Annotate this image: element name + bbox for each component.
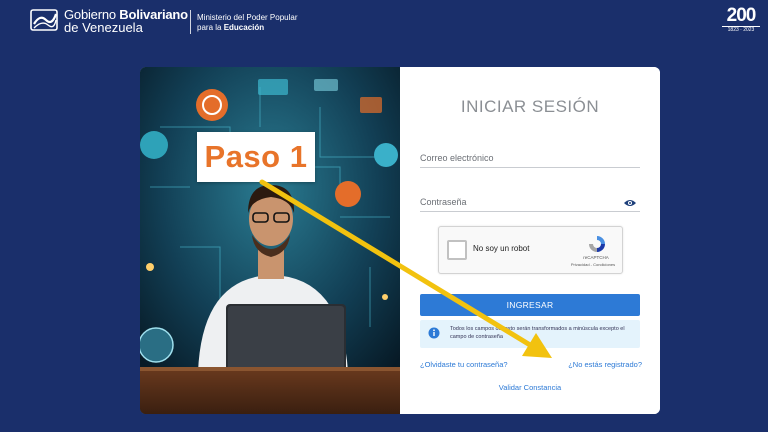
recaptcha-checkbox[interactable]	[447, 240, 467, 260]
eye-icon[interactable]	[624, 199, 636, 207]
anniversary-number: 200	[726, 5, 757, 26]
login-card: INICIAR SESIÓN Correo electrónico Contra…	[140, 67, 660, 414]
notice-text: Todos los campos de texto serán transfor…	[450, 326, 625, 340]
info-icon	[428, 327, 440, 339]
anniversary-logo: 200 1823 · 2023	[718, 6, 764, 36]
validate-certificate-link[interactable]: Validar Constancia	[400, 383, 660, 392]
email-field[interactable]: Correo electrónico	[420, 145, 640, 168]
password-field[interactable]: Contraseña	[420, 189, 640, 212]
recaptcha-label: No soy un robot	[473, 244, 530, 253]
anniversary-years: 1823 · 2023	[722, 26, 760, 34]
ingresar-button[interactable]: INGRESAR	[420, 294, 640, 316]
hero-image	[140, 67, 400, 414]
header-divider	[190, 10, 191, 34]
top-header: Gobierno Bolivariano de Venezuela Minist…	[0, 0, 768, 44]
ministry-name: Ministerio del Poder Popular para la Edu…	[197, 13, 298, 33]
recaptcha-widget: No soy un robot reCAPTCHA Privacidad - C…	[438, 226, 623, 274]
step-callout: Paso 1	[197, 132, 315, 182]
login-form: INICIAR SESIÓN Correo electrónico Contra…	[400, 67, 660, 414]
password-placeholder: Contraseña	[420, 197, 467, 207]
gov-flag-icon	[30, 9, 58, 31]
login-title: INICIAR SESIÓN	[460, 97, 600, 116]
ministry-line1: Ministerio del Poder Popular	[197, 13, 298, 22]
lowercase-notice: Todos los campos de texto serán transfor…	[420, 320, 640, 348]
government-name: Gobierno Bolivariano de Venezuela	[64, 8, 188, 34]
recaptcha-brand: reCAPTCHA	[583, 255, 609, 260]
email-placeholder: Correo electrónico	[420, 153, 494, 163]
ministry-line2-b: Educación	[223, 23, 265, 32]
ministry-line2-a: para la	[197, 23, 224, 32]
register-link[interactable]: ¿No estás registrado?	[568, 360, 642, 369]
recaptcha-links[interactable]: Privacidad - Condiciones	[563, 262, 623, 267]
step-label: Paso 1	[204, 139, 308, 174]
gov-line2: de Venezuela	[64, 20, 143, 35]
forgot-password-link[interactable]: ¿Olvidaste tu contraseña?	[420, 360, 508, 369]
hero-illustration	[140, 67, 400, 414]
recaptcha-icon	[589, 236, 605, 252]
